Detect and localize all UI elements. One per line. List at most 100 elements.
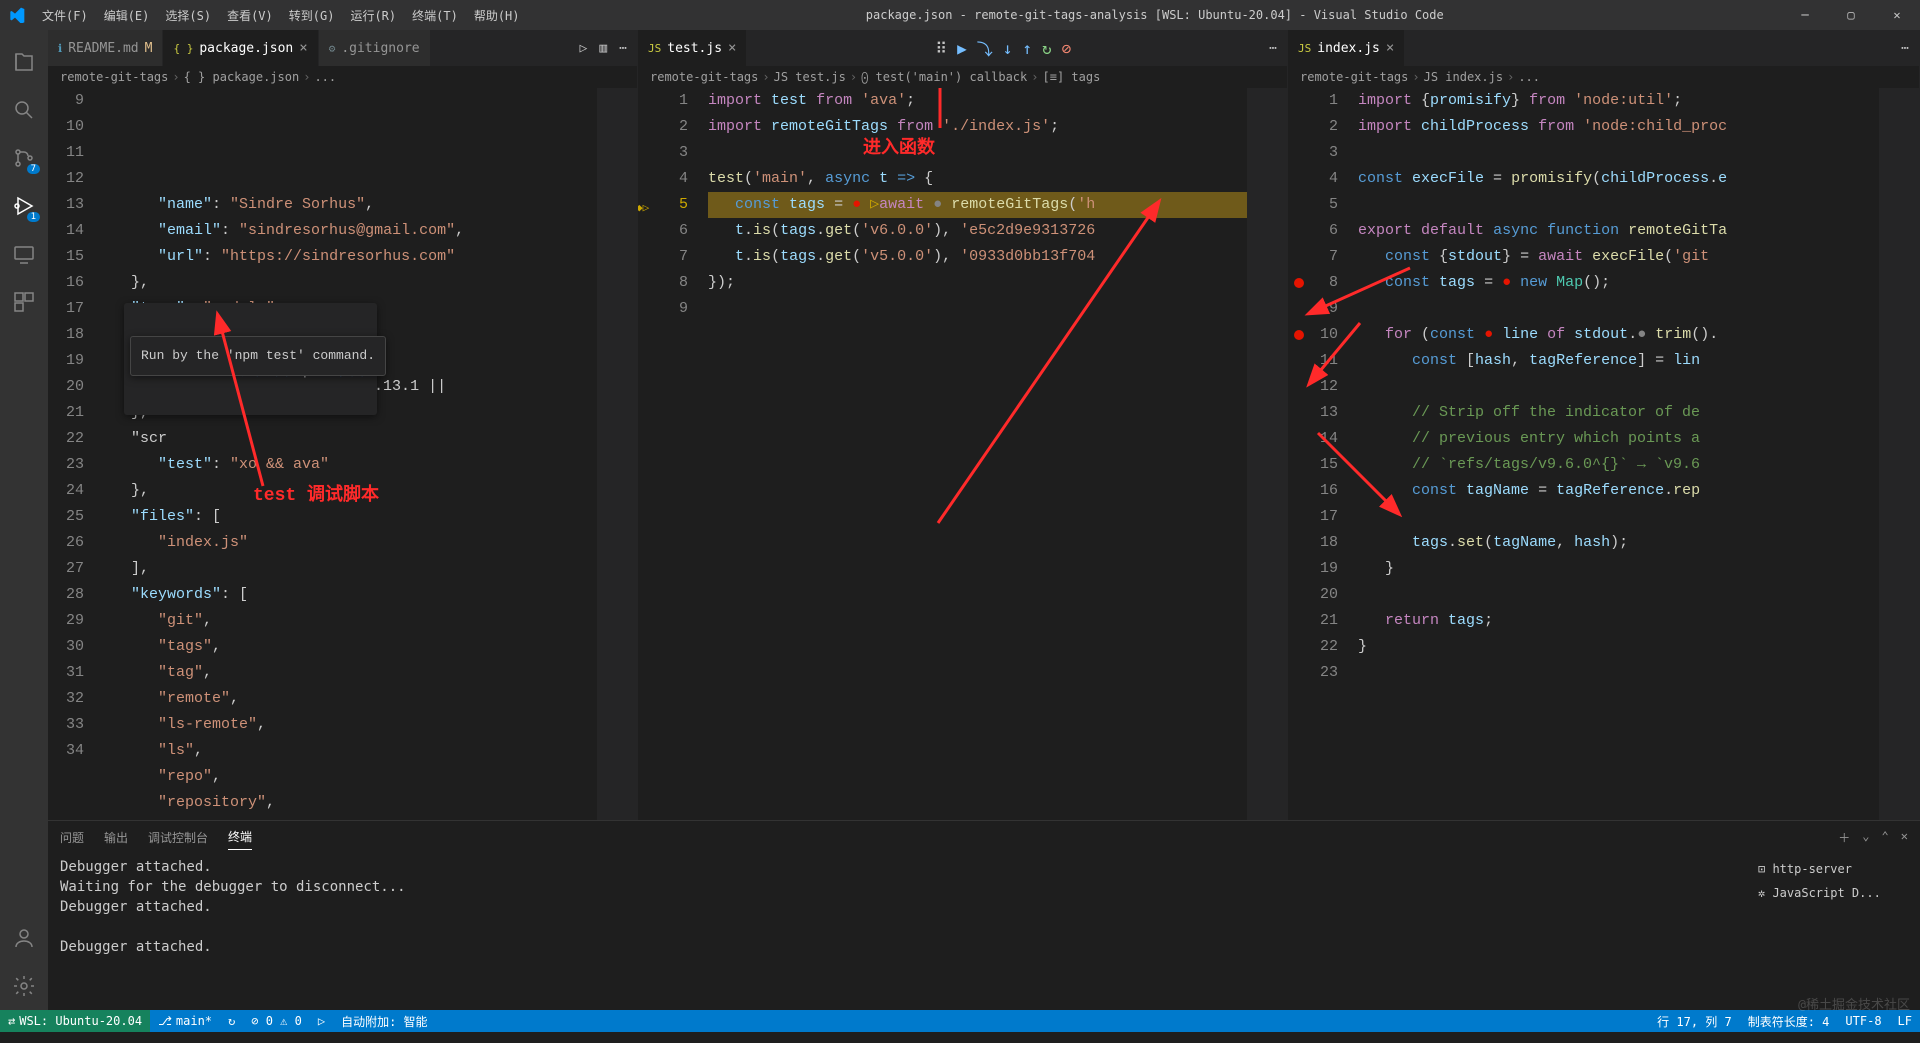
editor-tab[interactable]: ⚙.gitignore: [319, 30, 431, 66]
indentation[interactable]: 制表符长度: 4: [1740, 1013, 1838, 1030]
code-line[interactable]: for (const ● line of stdout.● trim().: [1358, 322, 1879, 348]
code-line[interactable]: "url": "https://sindresorhus.com": [104, 244, 597, 270]
breadcrumb-2[interactable]: remote-git-tags › JS test.js › ⨀ test('m…: [638, 66, 1287, 88]
code-line[interactable]: "repository",: [104, 790, 597, 816]
breadcrumb-item[interactable]: ...: [314, 70, 336, 84]
code-line[interactable]: "scr: [104, 426, 597, 452]
code-line[interactable]: [1358, 582, 1879, 608]
code-line[interactable]: import test from 'ava';: [708, 88, 1247, 114]
step-into-icon[interactable]: ↓: [1003, 39, 1013, 58]
menu-item[interactable]: 转到(G): [281, 7, 343, 24]
code-line[interactable]: test('main', async t => {: [708, 166, 1247, 192]
code-line[interactable]: [1358, 504, 1879, 530]
code-line[interactable]: ],: [104, 556, 597, 582]
code-line[interactable]: export default async function remoteGitT…: [1358, 218, 1879, 244]
panel-tab[interactable]: 问题: [60, 825, 84, 850]
code-line[interactable]: import childProcess from 'node:child_pro…: [1358, 114, 1879, 140]
close-tab-icon[interactable]: ×: [299, 40, 307, 56]
terminal[interactable]: Debugger attached. Waiting for the debug…: [48, 853, 1920, 1010]
editor-tab[interactable]: JSindex.js×: [1288, 30, 1405, 66]
breadcrumb-item[interactable]: remote-git-tags: [1300, 70, 1408, 84]
code-line[interactable]: const {stdout} = await execFile('git: [1358, 244, 1879, 270]
code-line[interactable]: "name": "Sindre Sorhus",: [104, 192, 597, 218]
more-icon[interactable]: ⋯: [1901, 41, 1909, 56]
minimap[interactable]: [597, 88, 637, 820]
code-line[interactable]: const tags = ● ▷await ● remoteGitTags('h: [708, 192, 1247, 218]
breakpoint-icon[interactable]: [1294, 278, 1304, 288]
code-line[interactable]: "ls",: [104, 738, 597, 764]
close-tab-icon[interactable]: ×: [1386, 40, 1394, 56]
account-icon[interactable]: [0, 914, 48, 962]
debug-start[interactable]: ▷: [310, 1014, 333, 1028]
menu-item[interactable]: 查看(V): [219, 7, 281, 24]
code-line[interactable]: import {promisify} from 'node:util';: [1358, 88, 1879, 114]
code-line[interactable]: [708, 140, 1247, 166]
code-line[interactable]: [1358, 374, 1879, 400]
settings-gear-icon[interactable]: [0, 962, 48, 1010]
editor-tab[interactable]: JStest.js×: [638, 30, 747, 66]
code-line[interactable]: [1358, 296, 1879, 322]
code-line[interactable]: [1358, 192, 1879, 218]
code-line[interactable]: [708, 296, 1247, 322]
code-line[interactable]: const execFile = promisify(childProcess.…: [1358, 166, 1879, 192]
editor-tab[interactable]: ℹREADME.mdM: [48, 30, 163, 66]
code-line[interactable]: }: [1358, 556, 1879, 582]
code-line[interactable]: import remoteGitTags from './index.js';: [708, 114, 1247, 140]
menu-item[interactable]: 编辑(E): [96, 7, 158, 24]
breadcrumb-1[interactable]: remote-git-tags › { } package.json › ...: [48, 66, 637, 88]
eol[interactable]: LF: [1890, 1014, 1920, 1028]
cursor-position[interactable]: 行 17, 列 7: [1649, 1013, 1740, 1030]
search-icon[interactable]: [0, 86, 48, 134]
code-line[interactable]: // Strip off the indicator of de: [1358, 400, 1879, 426]
code-line[interactable]: "remote",: [104, 686, 597, 712]
code-line[interactable]: "commit",: [104, 816, 597, 820]
code-line[interactable]: "files": [: [104, 504, 597, 530]
breadcrumb-item[interactable]: { } package.json: [184, 70, 300, 84]
breadcrumb-item[interactable]: remote-git-tags: [60, 70, 168, 84]
code-line[interactable]: // `refs/tags/v9.6.0^{}` → `v9.6: [1358, 452, 1879, 478]
run-debug-icon[interactable]: 1: [0, 182, 48, 230]
maximize-panel-icon[interactable]: ⌃: [1882, 829, 1889, 846]
code-line[interactable]: "email": "sindresorhus@gmail.com",: [104, 218, 597, 244]
code-line[interactable]: "test": "xo && ava": [104, 452, 597, 478]
new-terminal-icon[interactable]: ＋: [1838, 829, 1850, 846]
maximize-button[interactable]: ▢: [1828, 0, 1874, 30]
git-branch[interactable]: ⎇main*: [150, 1014, 220, 1028]
code-line[interactable]: tags.set(tagName, hash);: [1358, 530, 1879, 556]
step-out-icon[interactable]: ↑: [1022, 39, 1032, 58]
menu-item[interactable]: 选择(S): [157, 7, 219, 24]
minimize-button[interactable]: ─: [1782, 0, 1828, 30]
code-line[interactable]: "keywords": [: [104, 582, 597, 608]
remote-indicator[interactable]: ⇄ WSL: Ubuntu-20.04: [0, 1010, 150, 1032]
code-line[interactable]: // previous entry which points a: [1358, 426, 1879, 452]
breakpoint-icon[interactable]: [1294, 330, 1304, 340]
auto-attach[interactable]: 自动附加: 智能: [333, 1013, 435, 1030]
code-line[interactable]: "git",: [104, 608, 597, 634]
breadcrumb-3[interactable]: remote-git-tags › JS index.js › ...: [1288, 66, 1919, 88]
breadcrumb-item[interactable]: ...: [1518, 70, 1540, 84]
code-editor-3[interactable]: 1234567891011121314151617181920212223 im…: [1288, 88, 1919, 820]
source-control-icon[interactable]: 7: [0, 134, 48, 182]
menu-item[interactable]: 文件(F): [34, 7, 96, 24]
panel-tab[interactable]: 调试控制台: [148, 825, 208, 850]
remote-explorer-icon[interactable]: [0, 230, 48, 278]
code-line[interactable]: [1358, 140, 1879, 166]
step-over-icon[interactable]: ⤵: [977, 36, 993, 60]
panel-tab[interactable]: 输出: [104, 825, 128, 850]
code-line[interactable]: [1358, 660, 1879, 686]
editor-tab[interactable]: { }package.json×: [163, 30, 318, 66]
code-line[interactable]: t.is(tags.get('v6.0.0'), 'e5c2d9e9313726: [708, 218, 1247, 244]
code-line[interactable]: t.is(tags.get('v5.0.0'), '0933d0bb13f704: [708, 244, 1247, 270]
code-editor-1[interactable]: 9101112131415161718192021222324252627282…: [48, 88, 637, 820]
close-button[interactable]: ✕: [1874, 0, 1920, 30]
code-line[interactable]: return tags;: [1358, 608, 1879, 634]
encoding[interactable]: UTF-8: [1837, 1014, 1889, 1028]
breadcrumb-item[interactable]: JS index.js: [1424, 70, 1503, 84]
code-line[interactable]: "tags",: [104, 634, 597, 660]
minimap[interactable]: [1879, 88, 1919, 820]
code-line[interactable]: },: [104, 270, 597, 296]
menu-item[interactable]: 运行(R): [342, 7, 404, 24]
problems-status[interactable]: ⊘ 0 ⚠ 0: [243, 1014, 310, 1028]
panel-tab[interactable]: 终端: [228, 824, 252, 850]
more-icon[interactable]: ⋯: [1269, 41, 1277, 56]
